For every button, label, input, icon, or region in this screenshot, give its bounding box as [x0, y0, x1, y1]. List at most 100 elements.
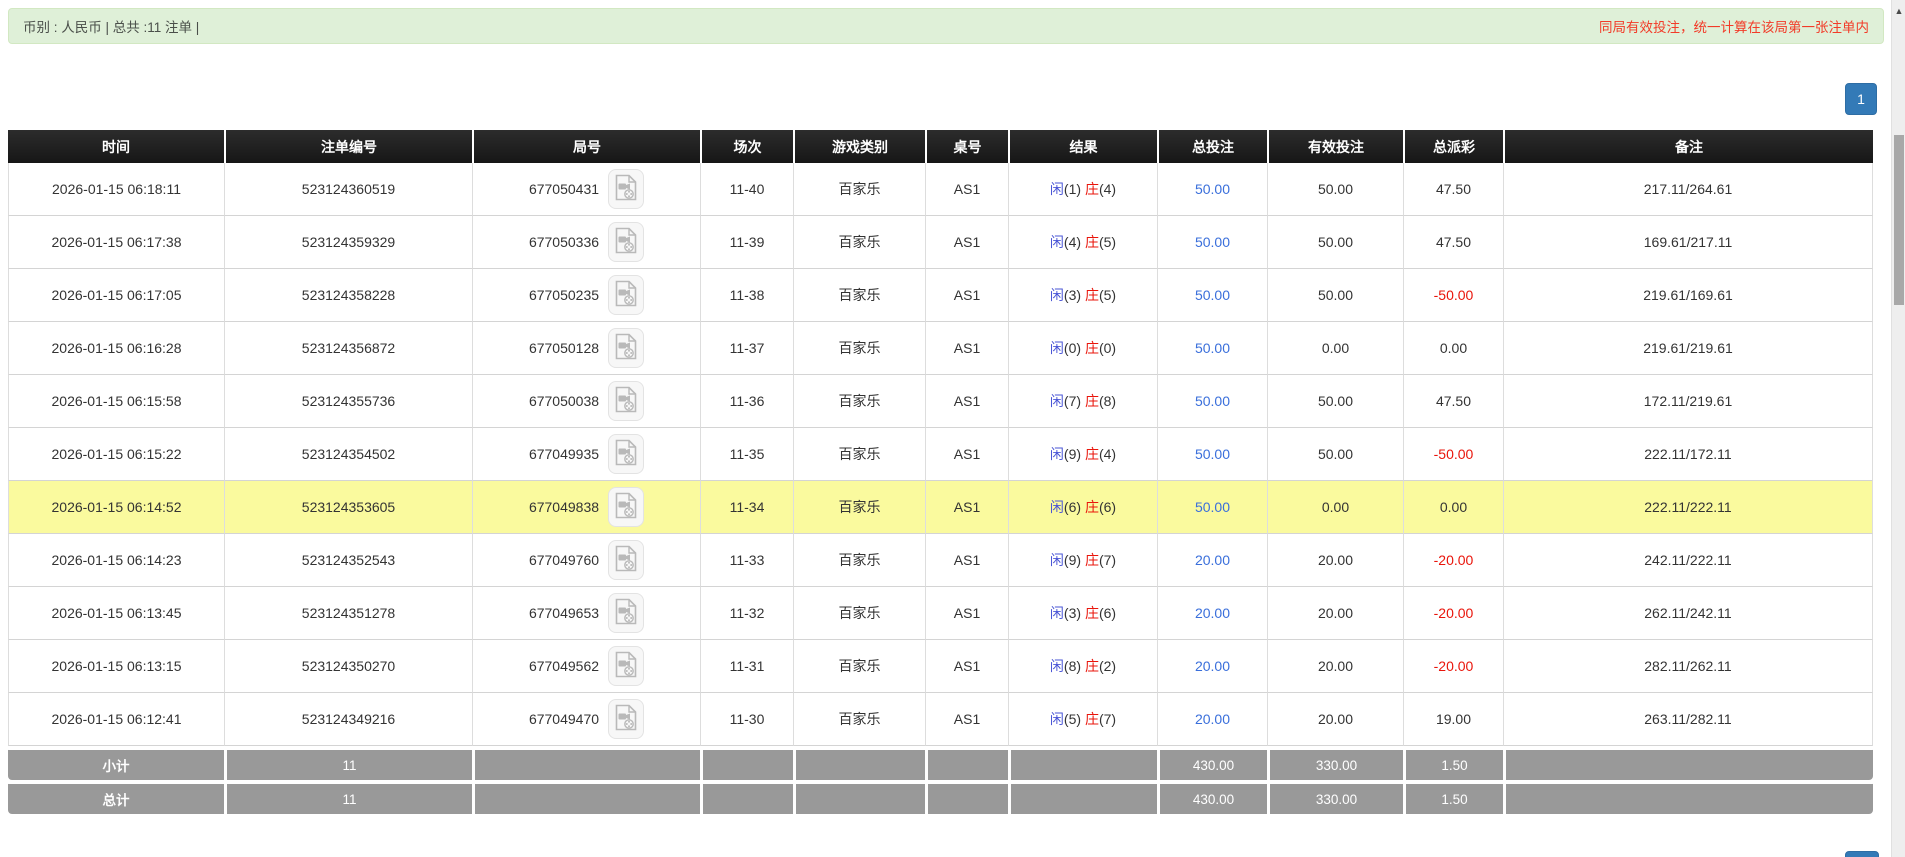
footer-empty-cell — [793, 780, 925, 814]
result-banker-label: 庄 — [1084, 234, 1099, 250]
cell-session: 11-30 — [700, 693, 793, 746]
scrollbar-thumb[interactable] — [1894, 135, 1904, 305]
cell-table-no: AS1 — [925, 481, 1008, 534]
video-replay-icon — [615, 545, 637, 575]
total-bet-link[interactable]: 50.00 — [1195, 287, 1230, 303]
pagination-bottom-partial[interactable] — [1845, 851, 1879, 857]
total-bet-link[interactable]: 50.00 — [1195, 234, 1230, 250]
result-banker-label: 庄 — [1084, 181, 1099, 197]
total-bet-link[interactable]: 20.00 — [1195, 605, 1230, 621]
cell-valid-bet: 20.00 — [1267, 640, 1403, 693]
cell-valid-bet: 50.00 — [1267, 428, 1403, 481]
cell-total-bet: 50.00 — [1157, 163, 1267, 216]
scroll-up-arrow-icon[interactable]: ▲ — [1892, 6, 1905, 16]
result-player-score: (6) — [1063, 499, 1082, 515]
table-row: 2026-01-15 06:13:45 523124351278 6770496… — [8, 587, 1873, 640]
video-replay-button[interactable] — [608, 646, 645, 686]
video-replay-icon — [615, 333, 637, 363]
video-replay-button[interactable] — [608, 328, 645, 368]
result-player-score: (5) — [1063, 711, 1082, 727]
cell-valid-bet: 0.00 — [1267, 481, 1403, 534]
cell-game-type: 百家乐 — [793, 693, 925, 746]
footer-empty-cell — [472, 780, 700, 814]
cell-result: 闲(3) 庄(6) — [1008, 587, 1157, 640]
result-player-label: 闲 — [1049, 393, 1064, 409]
total-count: 11 — [224, 780, 472, 814]
video-replay-button[interactable] — [608, 699, 645, 739]
total-bet-link[interactable]: 20.00 — [1195, 711, 1230, 727]
video-replay-button[interactable] — [608, 275, 645, 315]
table-row: 2026-01-15 06:17:38 523124359329 6770503… — [8, 216, 1873, 269]
cell-time: 2026-01-15 06:13:45 — [8, 587, 224, 640]
video-replay-icon — [615, 598, 637, 628]
result-player-label: 闲 — [1049, 181, 1064, 197]
cell-round-no: 677050128 — [472, 322, 700, 375]
subtotal-payout: 1.50 — [1403, 746, 1503, 780]
vertical-scrollbar[interactable]: ▲ — [1891, 0, 1905, 857]
video-replay-button[interactable] — [608, 540, 645, 580]
total-bet-link[interactable]: 20.00 — [1195, 552, 1230, 568]
table-row: 2026-01-15 06:12:41 523124349216 6770494… — [8, 693, 1873, 746]
cell-payout: 47.50 — [1403, 375, 1503, 428]
subtotal-label: 小计 — [8, 746, 224, 780]
pagination-page-1[interactable]: 1 — [1845, 83, 1877, 115]
round-no-text: 677050038 — [528, 393, 600, 409]
cell-round-no: 677049653 — [472, 587, 700, 640]
currency-summary-text: 币别 : 人民币 | 总共 :11 注单 | — [23, 20, 200, 35]
video-replay-button[interactable] — [608, 593, 645, 633]
cell-session: 11-40 — [700, 163, 793, 216]
column-header-payout: 总派彩 — [1403, 130, 1503, 163]
cell-time: 2026-01-15 06:15:58 — [8, 375, 224, 428]
cell-time: 2026-01-15 06:17:38 — [8, 216, 224, 269]
total-bet-link[interactable]: 50.00 — [1195, 499, 1230, 515]
cell-valid-bet: 20.00 — [1267, 534, 1403, 587]
cell-session: 11-31 — [700, 640, 793, 693]
video-replay-icon — [615, 280, 637, 310]
bets-table: 时间 注单编号 局号 场次 游戏类别 桌号 结果 总投注 有效投注 总派彩 备注… — [8, 130, 1873, 814]
column-header-game-type: 游戏类别 — [793, 130, 925, 163]
column-header-bet-id: 注单编号 — [224, 130, 472, 163]
cell-bet-id: 523124352543 — [224, 534, 472, 587]
result-banker-score: (7) — [1098, 552, 1117, 568]
total-bet-link[interactable]: 20.00 — [1195, 658, 1230, 674]
video-replay-icon — [615, 651, 637, 681]
column-header-total-bet: 总投注 — [1157, 130, 1267, 163]
result-banker-score: (2) — [1098, 658, 1117, 674]
valid-bet-notice-text: 同局有效投注，统一计算在该局第一张注单内 — [1599, 20, 1869, 35]
result-banker-score: (8) — [1098, 393, 1117, 409]
result-player-label: 闲 — [1049, 658, 1064, 674]
cell-round-no: 677050336 — [472, 216, 700, 269]
cell-session: 11-32 — [700, 587, 793, 640]
cell-session: 11-37 — [700, 322, 793, 375]
round-no-text: 677049838 — [528, 499, 600, 515]
total-bet-link[interactable]: 50.00 — [1195, 446, 1230, 462]
footer-empty-cell — [700, 780, 793, 814]
cell-bet-id: 523124353605 — [224, 481, 472, 534]
video-replay-button[interactable] — [608, 222, 645, 262]
video-replay-button[interactable] — [608, 487, 645, 527]
video-replay-button[interactable] — [608, 169, 645, 209]
total-total-bet: 430.00 — [1157, 780, 1267, 814]
result-banker-score: (0) — [1098, 340, 1117, 356]
cell-time: 2026-01-15 06:15:22 — [8, 428, 224, 481]
cell-result: 闲(4) 庄(5) — [1008, 216, 1157, 269]
cell-total-bet: 50.00 — [1157, 375, 1267, 428]
cell-table-no: AS1 — [925, 375, 1008, 428]
video-replay-icon — [615, 439, 637, 469]
cell-game-type: 百家乐 — [793, 428, 925, 481]
cell-payout: 0.00 — [1403, 481, 1503, 534]
cell-game-type: 百家乐 — [793, 322, 925, 375]
total-valid-bet: 330.00 — [1267, 780, 1403, 814]
video-replay-button[interactable] — [608, 381, 645, 421]
round-no-text: 677050235 — [528, 287, 600, 303]
cell-bet-id: 523124355736 — [224, 375, 472, 428]
total-bet-link[interactable]: 50.00 — [1195, 181, 1230, 197]
cell-game-type: 百家乐 — [793, 216, 925, 269]
total-bet-link[interactable]: 50.00 — [1195, 340, 1230, 356]
result-banker-score: (7) — [1098, 711, 1117, 727]
video-replay-button[interactable] — [608, 434, 645, 474]
cell-game-type: 百家乐 — [793, 534, 925, 587]
cell-valid-bet: 20.00 — [1267, 693, 1403, 746]
cell-session: 11-39 — [700, 216, 793, 269]
total-bet-link[interactable]: 50.00 — [1195, 393, 1230, 409]
